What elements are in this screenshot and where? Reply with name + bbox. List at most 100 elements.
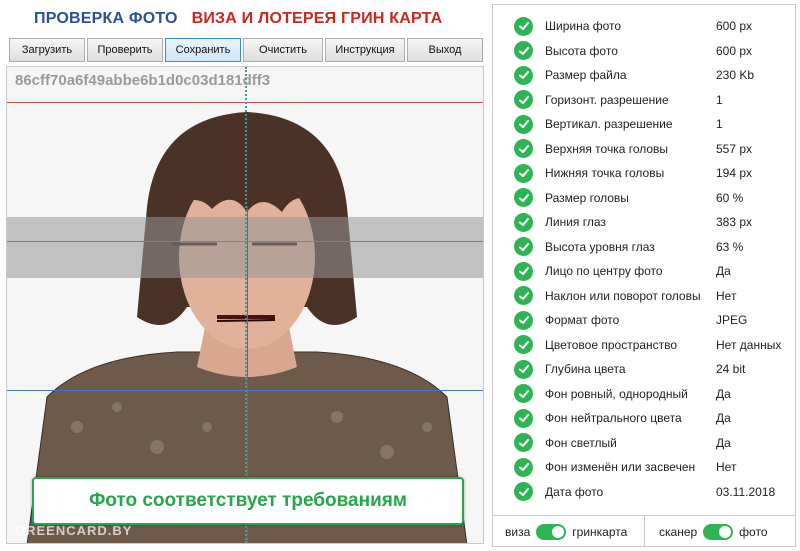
- toolbar: Загрузить Проверить Сохранить Очистить И…: [9, 38, 483, 62]
- check-passed-icon: [514, 114, 533, 134]
- check-value: 557 px: [716, 141, 753, 156]
- scanner-photo-toggle[interactable]: [703, 523, 734, 540]
- check-label: Формат фото: [545, 313, 620, 328]
- check-row: Дата фото 03.11.2018: [493, 480, 795, 505]
- check-value: Нет: [716, 460, 737, 475]
- check-value: 230 Kb: [716, 68, 755, 83]
- check-passed-icon: [514, 261, 533, 281]
- check-label: Фон изменён или засвечен: [545, 460, 696, 475]
- greencard-label: гринкарта: [572, 524, 628, 539]
- check-label: Линия глаз: [545, 215, 606, 230]
- file-hash: 86cff70a6f49abbe6b1d0c03d181dff3: [15, 72, 271, 89]
- check-value: Да: [716, 386, 731, 401]
- check-row: Высота уровня глаз 63 %: [493, 235, 795, 260]
- check-button[interactable]: Проверить: [87, 38, 163, 62]
- check-label: Верхняя точка головы: [545, 141, 669, 156]
- check-value: Нет данных: [716, 337, 782, 352]
- checks-panel: Ширина фото 600 px Высота фото 600 px Размер…: [492, 4, 796, 547]
- check-row: Глубина цвета 24 bit: [493, 357, 795, 382]
- check-label: Цветовое пространство: [545, 337, 678, 352]
- check-value: JPEG: [716, 313, 748, 328]
- check-label: Размер файла: [545, 68, 627, 83]
- check-row: Ширина фото 600 px: [493, 14, 795, 39]
- check-value: Да: [716, 435, 731, 450]
- check-value: 383 px: [716, 215, 753, 230]
- check-value: Да: [716, 411, 731, 426]
- check-label: Вертикал. разрешение: [545, 117, 673, 132]
- photo-label: фото: [739, 524, 768, 539]
- instruction-button[interactable]: Инструкция: [325, 38, 405, 62]
- check-row: Фон светлый Да: [493, 431, 795, 456]
- check-row: Фон ровный, однородный Да: [493, 382, 795, 407]
- watermark-text: GREENCARD.BY: [15, 523, 133, 538]
- check-label: Высота уровня глаз: [545, 239, 655, 254]
- check-passed-icon: [514, 408, 533, 428]
- visa-label: виза: [505, 524, 531, 539]
- check-row: Вертикал. разрешение 1: [493, 112, 795, 137]
- check-passed-icon: [514, 433, 533, 453]
- check-value: 600 px: [716, 19, 753, 34]
- mode-switchbar: виза гринкарта сканер фото: [493, 515, 795, 547]
- status-message: Фото соответствует требованиям: [89, 490, 407, 511]
- check-passed-icon: [514, 310, 533, 330]
- check-row: Размер файла 230 Kb: [493, 63, 795, 88]
- check-value: Да: [716, 264, 731, 279]
- exit-button[interactable]: Выход: [407, 38, 483, 62]
- check-value: 60 %: [716, 190, 744, 205]
- check-label: Фон нейтрального цвета: [545, 411, 682, 426]
- scanner-label: сканер: [659, 524, 698, 539]
- clear-button[interactable]: Очистить: [243, 38, 323, 62]
- check-row: Высота фото 600 px: [493, 39, 795, 64]
- app-header: ПРОВЕРКА ФОТО ВИЗА И ЛОТЕРЕЯ ГРИН КАРТА: [34, 10, 442, 28]
- check-passed-icon: [514, 65, 533, 85]
- check-row: Лицо по центру фото Да: [493, 259, 795, 284]
- check-passed-icon: [514, 188, 533, 208]
- check-passed-icon: [514, 286, 533, 306]
- check-passed-icon: [514, 163, 533, 183]
- check-passed-icon: [514, 212, 533, 232]
- check-row: Наклон или поворот головы Нет: [493, 284, 795, 309]
- check-label: Ширина фото: [545, 19, 622, 34]
- check-label: Лицо по центру фото: [545, 264, 663, 279]
- scanner-photo-switch-group: сканер фото: [645, 516, 768, 547]
- load-button[interactable]: Загрузить: [9, 38, 85, 62]
- check-label: Размер головы: [545, 190, 629, 205]
- check-row: Цветовое пространство Нет данных: [493, 333, 795, 358]
- check-label: Фон ровный, однородный: [545, 386, 688, 401]
- check-passed-icon: [514, 16, 533, 36]
- check-label: Горизонт. разрешение: [545, 92, 669, 107]
- check-value: 24 bit: [716, 362, 746, 377]
- check-value: 03.11.2018: [716, 484, 776, 499]
- center-guide-line: [245, 67, 247, 543]
- check-value: 600 px: [716, 43, 753, 58]
- check-value: 1: [716, 92, 723, 107]
- result-status-banner: Фото соответствует требованиям: [32, 477, 464, 525]
- check-passed-icon: [514, 90, 533, 110]
- check-row: Размер головы 60 %: [493, 186, 795, 211]
- checks-list: Ширина фото 600 px Высота фото 600 px Размер…: [493, 14, 795, 504]
- check-label: Фон светлый: [545, 435, 617, 450]
- check-label: Глубина цвета: [545, 362, 626, 377]
- check-passed-icon: [514, 237, 533, 257]
- check-row: Фон нейтрального цвета Да: [493, 406, 795, 431]
- visa-greencard-switch-group: виза гринкарта: [493, 516, 645, 547]
- check-row: Горизонт. разрешение 1: [493, 88, 795, 113]
- check-label: Дата фото: [545, 484, 604, 499]
- check-passed-icon: [514, 41, 533, 61]
- visa-greencard-toggle[interactable]: [536, 523, 567, 540]
- check-row: Нижняя точка головы 194 px: [493, 161, 795, 186]
- check-row: Линия глаз 383 px: [493, 210, 795, 235]
- check-passed-icon: [514, 359, 533, 379]
- check-label: Высота фото: [545, 43, 618, 58]
- check-passed-icon: [514, 384, 533, 404]
- title-check-photo: ПРОВЕРКА ФОТО: [34, 10, 178, 27]
- check-label: Наклон или поворот головы: [545, 288, 701, 303]
- check-passed-icon: [514, 457, 533, 477]
- check-row: Верхняя точка головы 557 px: [493, 137, 795, 162]
- title-visa-lottery: ВИЗА И ЛОТЕРЕЯ ГРИН КАРТА: [191, 10, 443, 27]
- save-button[interactable]: Сохранить: [165, 38, 241, 62]
- check-row: Формат фото JPEG: [493, 308, 795, 333]
- photo-viewer: 86cff70a6f49abbe6b1d0c03d181dff3 Фото со…: [6, 66, 484, 544]
- check-passed-icon: [514, 335, 533, 355]
- check-value: 1: [716, 117, 723, 132]
